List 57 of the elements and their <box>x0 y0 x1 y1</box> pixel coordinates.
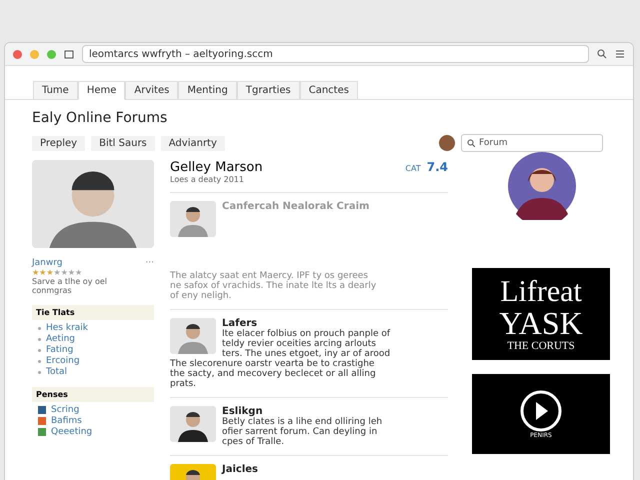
more-icon[interactable]: ··· <box>145 258 154 268</box>
profile-subtitle: Loes a deaty 2011 <box>170 175 245 184</box>
tab[interactable]: Tume <box>33 81 78 100</box>
tab-icon[interactable] <box>64 49 74 59</box>
tab[interactable]: Menting <box>178 81 237 100</box>
sidebar-link[interactable]: Hes kraik <box>38 323 154 333</box>
post-text: Betly clates is a lihe end olliring leh <box>222 417 382 427</box>
post-title: Canfercah Nealorak Craim <box>222 201 370 212</box>
play-icon <box>520 390 562 432</box>
post-text: ne safox of vrachids. The inate lte lts a dearly <box>170 281 378 291</box>
sidebar-link[interactable]: Scring <box>51 405 80 415</box>
post-text: ofier sarrent forum. Can deyling in <box>222 427 378 437</box>
post-text: ters. The unes etgoet, iny ar of arood <box>222 349 390 359</box>
page-title: Ealy Online Forums <box>32 110 168 126</box>
tab[interactable]: Canctes <box>300 81 358 100</box>
nav-button[interactable]: Prepley <box>32 136 86 150</box>
post-text: of eny neligh. <box>170 291 232 301</box>
post-text: the sacty, and mecovery beclecet or all alling <box>170 369 377 379</box>
sidebar-link[interactable]: Fating <box>38 345 154 355</box>
address-field[interactable]: leomtarcs wwfryth – aeltyoring.sccm <box>82 45 589 63</box>
sidebar-link[interactable]: Aeting <box>38 334 154 344</box>
post-title: Eslikgn <box>222 406 264 417</box>
post-text: The slecorenure oarstr vearta be to crastighe <box>170 359 376 369</box>
post-title: Jaicles <box>222 464 258 475</box>
zoom-icon[interactable] <box>597 49 607 59</box>
post-text: prats. <box>170 379 198 389</box>
search-field[interactable]: Forum <box>461 134 603 152</box>
post-text: The alatcy saat ent Maercy. IPF ty os gerees <box>170 271 369 281</box>
avatar-icon[interactable] <box>439 135 455 151</box>
post-title: Lafers <box>222 318 258 329</box>
sidebar-link[interactable]: Total <box>38 367 154 377</box>
tab[interactable]: Tgrarties <box>236 81 300 100</box>
sidebar-link[interactable]: Bafims <box>51 416 82 426</box>
nav-button[interactable]: Advianrty <box>160 136 225 150</box>
profile-text: conmgras <box>32 286 73 295</box>
section-heading: Penses <box>32 387 154 402</box>
post-text: Ite elacer folbius on prouch panple of <box>222 329 390 339</box>
ad-banner[interactable]: Lifreat YASK THE CORUTS <box>472 268 610 360</box>
post-text: teldy revier oceities arcing arlouts <box>222 339 377 349</box>
ad-text: Lifreat <box>500 276 582 308</box>
search-icon <box>467 139 475 147</box>
sidebar-link[interactable]: Ercoing <box>38 356 154 366</box>
nav-button[interactable]: Bitl Saurs <box>91 136 155 150</box>
ad-text: YASK <box>499 307 583 341</box>
menu-icon[interactable] <box>615 49 625 59</box>
tab[interactable]: Heme <box>78 81 126 100</box>
post-text: cpes of Tralle. <box>222 437 286 447</box>
username: Janwrg <box>32 258 62 268</box>
profile-text: Sarve a tlhe oy oel <box>32 277 108 286</box>
profile-name: Gelley Marson <box>170 160 263 175</box>
sidebar-link[interactable]: Qeeeting <box>51 427 92 437</box>
section-heading: Tie Tlats <box>32 305 154 320</box>
score: 7.4 <box>426 160 448 174</box>
star-rating: ★★★★★★★ <box>32 268 84 277</box>
tab[interactable]: Arvites <box>125 81 178 100</box>
score-label: CAT <box>405 164 421 173</box>
ad-text: THE CORUTS <box>507 340 575 352</box>
